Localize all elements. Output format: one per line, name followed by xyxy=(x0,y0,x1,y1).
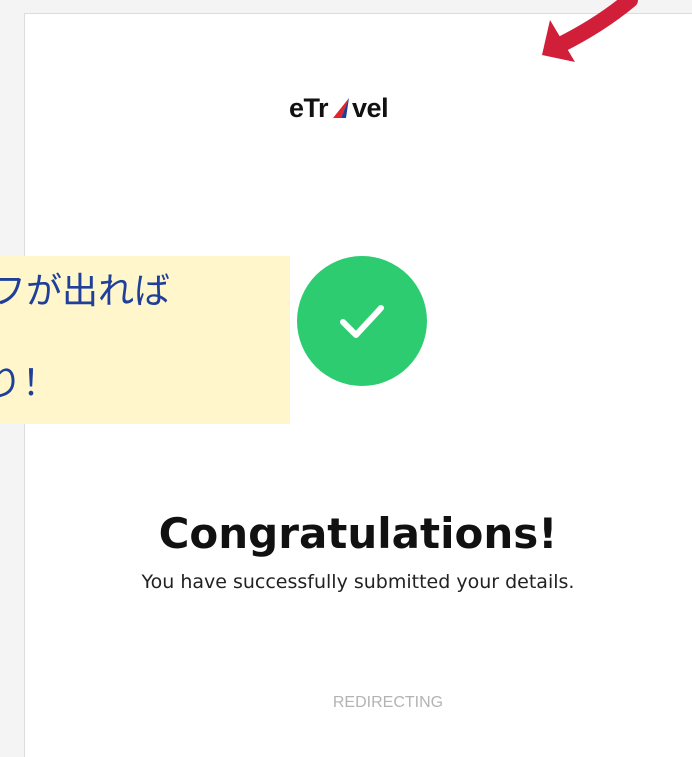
success-check-icon xyxy=(297,256,427,386)
annotation-line-1: フが出れば xyxy=(0,271,171,312)
annotation-line-2: り！ xyxy=(0,363,59,404)
logo-text-start: eTr xyxy=(289,92,329,123)
etravel-logo: eTr vel xyxy=(289,88,449,128)
screen: eTr vel フが出れば り！ Congratulations! You ha… xyxy=(0,0,692,757)
logo-text-end: vel xyxy=(352,92,389,123)
success-message: You have successfully submitted your det… xyxy=(141,571,575,593)
success-title: Congratulations! xyxy=(158,509,558,558)
logo-mark-icon xyxy=(329,97,351,119)
redirecting-label: REDIRECTING xyxy=(332,694,444,711)
arrow-down-left-icon xyxy=(542,0,638,62)
